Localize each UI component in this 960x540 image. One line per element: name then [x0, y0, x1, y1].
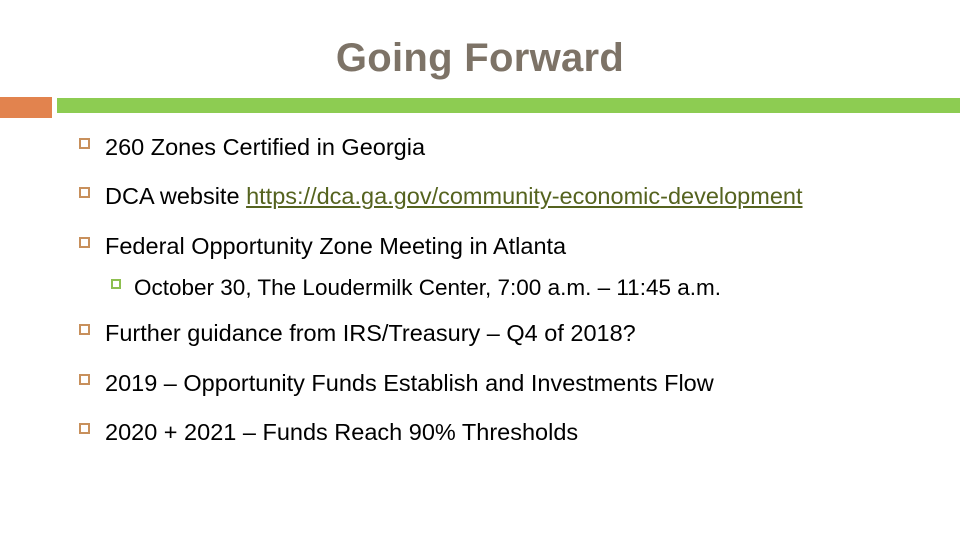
dca-website-link[interactable]: https://dca.ga.gov/community-economic-de… [246, 183, 802, 209]
list-item: 260 Zones Certified in Georgia [0, 131, 960, 164]
square-sub-bullet-icon [111, 279, 121, 290]
list-item-label: 2019 – Opportunity Funds Establish and I… [105, 369, 714, 396]
list-item-label: 260 Zones Certified in Georgia [105, 134, 426, 160]
list-item: Federal Opportunity Zone Meeting in Atla… [0, 230, 960, 263]
list-item-label: Further guidance from IRS/Treasury – Q4 … [105, 320, 636, 347]
square-bullet-icon [79, 324, 90, 336]
square-bullet-icon [79, 236, 90, 248]
square-bullet-icon [79, 373, 90, 385]
list-item: 2019 – Opportunity Funds Establish and I… [0, 367, 960, 400]
square-bullet-icon [79, 138, 90, 149]
list-item: Further guidance from IRS/Treasury – Q4 … [0, 317, 960, 350]
list-item-label: DCA website [105, 183, 247, 210]
title-divider-rule [57, 98, 960, 113]
list-item: 2020 + 2021 – Funds Reach 90% Thresholds [0, 416, 960, 449]
sub-list-item-label: October 30, The Loudermilk Center, 7:00 … [134, 275, 721, 301]
slide-body: 260 Zones Certified in Georgia DCA websi… [0, 131, 960, 466]
title-accent-block [0, 97, 52, 118]
square-bullet-icon [79, 187, 90, 199]
list-item-label: 2020 + 2021 – Funds Reach 90% Thresholds [105, 419, 579, 446]
sub-list-item: October 30, The Loudermilk Center, 7:00 … [0, 273, 960, 303]
list-item-label: Federal Opportunity Zone Meeting in Atla… [105, 232, 567, 259]
page-title: Going Forward [335, 36, 625, 80]
square-bullet-icon [79, 423, 90, 435]
list-item: DCA website https://dca.ga.gov/community… [0, 180, 960, 213]
